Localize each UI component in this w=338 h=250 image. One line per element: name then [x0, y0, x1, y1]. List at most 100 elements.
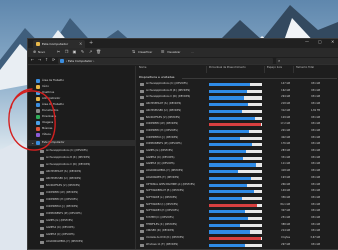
refresh-icon[interactable]: ⟳: [51, 58, 56, 64]
drive-row[interactable]: ARCHIVEPILOT (S:) (DEVICES) 218 GB 931 GB: [136, 102, 338, 107]
group-header[interactable]: Dispositivos e unidades: [139, 76, 174, 79]
drive-row[interactable]: BACKUPFILES (V:) (DEVICES) 129 GB 931 GB: [136, 116, 338, 121]
drive-icon: [140, 89, 144, 93]
rename-icon[interactable]: ✎: [80, 50, 85, 55]
close-window-button[interactable]: ✕: [331, 40, 334, 44]
sidebar-drive[interactable]: ArchiveApplications C (N:) (DEVICES): [28, 162, 136, 168]
sidebar-drive[interactable]: COMPONENTS (M:) (DEVICES): [28, 211, 136, 217]
back-icon[interactable]: ←: [30, 58, 35, 64]
drive-row[interactable]: GAMES2 (O:) (DEVICES) 331 GB 931 GB: [136, 156, 338, 161]
drive-row[interactable]: CODEREPO (H:) (DEVICES) 201 GB 931 GB: [136, 129, 338, 134]
new-button[interactable]: Novo: [38, 51, 45, 54]
sidebar-drive[interactable]: CODEREPO (H:) (DEVICES): [28, 197, 136, 203]
delete-icon[interactable]: 🗑: [96, 50, 101, 55]
drive-row[interactable]: TEMPFILES (X:) (DEVICES) 388 GB 931 GB: [136, 223, 338, 228]
column-divider[interactable]: [206, 66, 207, 73]
sidebar-drive[interactable]: GAMES (G:) (DEVICES): [28, 218, 136, 224]
drive-name: Unidade de DVD (D:) (DEVICES): [146, 236, 184, 240]
new-tab-button[interactable]: +: [89, 41, 93, 46]
drive-row[interactable]: SYSTEM (C:) (DEVICES) 251 GB 931 GB: [136, 216, 338, 221]
drive-row[interactable]: SOFTWARE2 (I:) (DEVICES) 84,1 GB 931 GB: [136, 203, 338, 208]
free-space: 266 GB: [281, 182, 290, 186]
sidebar-item-videos[interactable]: Vídeos: [28, 132, 136, 138]
sidebar-drive[interactable]: CODEREPO2 (J:) (DEVICES): [28, 204, 136, 210]
documents-icon: [36, 109, 40, 113]
free-space: 0 bytes: [281, 236, 290, 240]
column-divider[interactable]: [264, 66, 265, 73]
drive-row[interactable]: GAMES3 (Q:) (DEVICES) 111 GB 931 GB: [136, 162, 338, 167]
maximize-button[interactable]: ▢: [318, 40, 322, 44]
sidebar-drive[interactable]: ArchiveApplications B (Z:) (DEVICES): [28, 155, 136, 161]
drive-icon: [140, 103, 144, 107]
sidebar-drive[interactable]: ARCHIVEUSER (U:) (DEVICES): [28, 176, 136, 182]
more-options-button[interactable]: ···: [191, 51, 194, 54]
usage-bar-fill: [209, 243, 246, 247]
up-icon[interactable]: ↑: [44, 58, 49, 64]
sidebar-drive[interactable]: ARCHIVEPILOT (S:) (DEVICES): [28, 169, 136, 175]
drive-icon: [140, 83, 144, 86]
sidebar-drive[interactable]: LOGIONCAMERA (Y:) (DEVICES): [28, 239, 136, 245]
drive-row[interactable]: LOGIONAPPS (T:) (DEVICES) 193 GB 931 GB: [136, 176, 338, 181]
drive-row[interactable]: GAMES (G:) (DEVICES) 283 GB 931 GB: [136, 149, 338, 154]
view-button[interactable]: Visualizar: [167, 51, 180, 54]
chevron-down-icon[interactable]: ⌄: [31, 140, 34, 145]
sidebar-drive-label: ArchiveApplications C (N:) (DEVICES): [46, 162, 91, 166]
total-size: 931 GB: [311, 229, 320, 233]
drive-row[interactable]: SOFTWARE3 (P:) (DEVICES) 307 GB 931 GB: [136, 209, 338, 214]
usage-bar: [209, 150, 262, 154]
sidebar-drive[interactable]: CODEREPO (W:) (DEVICES): [28, 190, 136, 196]
sort-button[interactable]: Classificar: [138, 51, 152, 54]
drive-row[interactable]: Unidade de DVD (D:) (DEVICES) 0 bytes 3,67…: [136, 236, 338, 241]
sidebar-drive[interactable]: GAMES2 (O:) (DEVICES): [28, 225, 136, 231]
column-header-percent[interactable]: Porcentual de Preenchimento: [209, 66, 246, 70]
usage-bar-fill: [209, 183, 247, 187]
computer-icon: [60, 59, 64, 63]
drive-row[interactable]: ArchiveApplications C (N:) (DEVICES) 294 …: [136, 95, 338, 100]
sidebar-drive-label: ARCHIVEUSER (U:) (DEVICES): [46, 176, 82, 180]
forward-icon[interactable]: →: [37, 58, 42, 64]
sidebar-drive[interactable]: GAMES3 (Q:) (DEVICES): [28, 232, 136, 238]
drive-row[interactable]: ArchiveApplications (K:) (DEVICES) 147 GB…: [136, 82, 338, 87]
drive-name: GAMES (G:) (DEVICES): [146, 149, 173, 152]
sidebar-drive[interactable]: ArchiveApplications (K:) (DEVICES): [28, 148, 136, 154]
drive-row[interactable]: OPTIONAL APPS MACHINE (A:) (DEVICES) 266 …: [136, 183, 338, 188]
new-icon[interactable]: ⊕: [32, 50, 37, 55]
drive-icon: [140, 123, 144, 127]
drive-row[interactable]: SOFTWAREPILOT (E:) (DEVICES) 149 GB 931 GB: [136, 189, 338, 194]
close-icon[interactable]: ×: [79, 42, 82, 46]
tab-este-computador[interactable]: Este Computador ×: [33, 40, 85, 48]
view-icon[interactable]: ☰: [160, 50, 165, 55]
drive-row[interactable]: Windows 11 (F:) (DEVICES) 297 GB 931 GB: [136, 243, 338, 248]
drive-name: SOFTWARE3 (P:) (DEVICES): [146, 209, 179, 213]
column-header-free[interactable]: Espaço livre: [267, 66, 282, 70]
column-divider[interactable]: [293, 66, 294, 73]
sidebar-item-this-pc[interactable]: ⌄ Este Computador: [28, 140, 136, 146]
cut-icon[interactable]: ✂: [56, 50, 61, 55]
share-icon[interactable]: ↗: [88, 50, 93, 55]
address-input[interactable]: › Este Computador ›: [58, 58, 273, 64]
paste-icon[interactable]: ▣: [72, 50, 77, 55]
drive-icon: [140, 156, 144, 160]
sidebar-drive[interactable]: BACKUPFILES (V:) (DEVICES): [28, 183, 136, 189]
sort-icon[interactable]: ⇅: [131, 50, 136, 55]
drive-row[interactable]: COMPONENTS (M:) (DEVICES) 176 GB 931 GB: [136, 142, 338, 147]
minimize-button[interactable]: —: [305, 40, 309, 44]
usage-bar-fill: [209, 196, 242, 201]
drive-row[interactable]: LOGIONCAMERA (Y:) (DEVICES) 418 GB 931 GB: [136, 169, 338, 174]
usage-bar-fill: [209, 176, 251, 180]
drive-row[interactable]: CODEREPO (W:) (DEVICES) 17,2 GB 931 GB: [136, 122, 338, 127]
drive-icon: [40, 233, 44, 237]
search-input[interactable]: ⌕: [276, 58, 338, 64]
drive-icon: [40, 219, 44, 223]
drive-name: ArchiveApplications (K:) (DEVICES): [146, 82, 188, 85]
drive-row[interactable]: CODEREPO2 (J:) (DEVICES) 402 GB 931 GB: [136, 136, 338, 141]
file-list-pane: Nome Porcentual de Preenchimento Espaço …: [136, 66, 338, 249]
drive-row[interactable]: ArchiveApplications B (Z:) (DEVICES) 162 …: [136, 89, 338, 94]
column-header-name[interactable]: Nome: [139, 66, 146, 70]
drive-row[interactable]: SOFTWARE (L:) (DEVICES) 356 GB 931 GB: [136, 196, 338, 201]
drive-row[interactable]: UNUSED (R:) (DEVICES) 214 GB 931 GB: [136, 229, 338, 234]
usage-bar-fill: [209, 129, 250, 134]
copy-icon[interactable]: ❐: [64, 50, 69, 55]
column-header-total[interactable]: Tamanho Total: [296, 66, 314, 70]
drive-row[interactable]: ARCHIVEUSER (U:) (DEVICES) 312 GB 1,81 TB: [136, 109, 338, 114]
